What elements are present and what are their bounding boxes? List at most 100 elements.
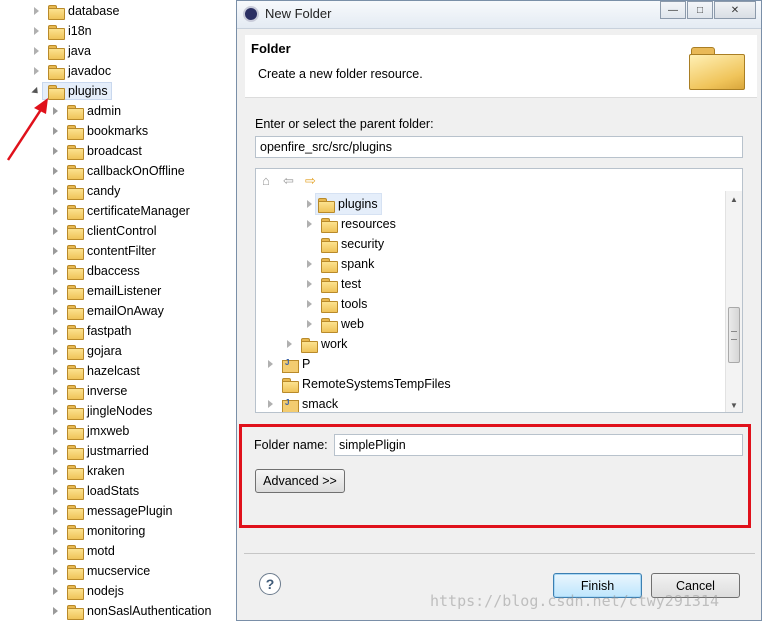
tree-item-label: clientControl bbox=[87, 224, 157, 238]
picker-item-security[interactable]: security bbox=[303, 234, 384, 254]
tree-item-motd[interactable]: motd bbox=[49, 541, 115, 561]
footer-divider bbox=[244, 553, 755, 554]
expand-arrow-icon[interactable] bbox=[49, 241, 61, 261]
expand-arrow-icon[interactable] bbox=[303, 214, 315, 234]
picker-item-work[interactable]: work bbox=[283, 334, 347, 354]
expand-arrow-icon[interactable] bbox=[303, 254, 315, 274]
tree-item-emaillistener[interactable]: emailListener bbox=[49, 281, 161, 301]
picker-item-spank[interactable]: spank bbox=[303, 254, 374, 274]
tree-item-nodejs[interactable]: nodejs bbox=[49, 581, 124, 601]
picker-item-test[interactable]: test bbox=[303, 274, 361, 294]
expand-arrow-icon[interactable] bbox=[49, 361, 61, 381]
tree-item-javadoc[interactable]: javadoc bbox=[30, 61, 111, 81]
expand-arrow-icon[interactable] bbox=[49, 441, 61, 461]
picker-item-smack[interactable]: smack bbox=[264, 394, 338, 412]
expand-arrow-icon[interactable] bbox=[303, 294, 315, 314]
maximize-button[interactable]: □ bbox=[687, 1, 713, 19]
expand-arrow-icon[interactable] bbox=[49, 541, 61, 561]
expand-arrow-icon[interactable] bbox=[283, 334, 295, 354]
picker-item-tools[interactable]: tools bbox=[303, 294, 367, 314]
expand-arrow-icon[interactable] bbox=[49, 321, 61, 341]
help-icon[interactable]: ? bbox=[259, 573, 281, 595]
tree-item-mucservice[interactable]: mucservice bbox=[49, 561, 150, 581]
tree-item-dbaccess[interactable]: dbaccess bbox=[49, 261, 140, 281]
tree-item-monitoring[interactable]: monitoring bbox=[49, 521, 145, 541]
title-bar[interactable]: New Folder — □ ✕ bbox=[237, 1, 761, 29]
tree-item-i18n[interactable]: i18n bbox=[30, 21, 92, 41]
scroll-up-icon[interactable]: ▲ bbox=[726, 191, 742, 207]
expand-arrow-icon[interactable] bbox=[264, 394, 276, 412]
tree-item-candy[interactable]: candy bbox=[49, 181, 120, 201]
picker-item-label: plugins bbox=[338, 197, 378, 211]
tree-item-label: javadoc bbox=[68, 64, 112, 78]
tree-item-label: admin bbox=[87, 104, 122, 118]
expand-arrow-icon[interactable] bbox=[30, 41, 42, 61]
picker-item-web[interactable]: web bbox=[303, 314, 364, 334]
expand-arrow-icon[interactable] bbox=[49, 181, 61, 201]
expand-arrow-icon[interactable] bbox=[49, 281, 61, 301]
expand-arrow-icon[interactable] bbox=[49, 401, 61, 421]
parent-folder-input[interactable] bbox=[255, 136, 743, 158]
expand-arrow-icon[interactable] bbox=[49, 261, 61, 281]
picker-item-remotesystemstempfiles[interactable]: RemoteSystemsTempFiles bbox=[264, 374, 451, 394]
tree-item-fastpath[interactable]: fastpath bbox=[49, 321, 131, 341]
folder-name-input[interactable] bbox=[334, 434, 743, 456]
expand-arrow-icon[interactable] bbox=[49, 581, 61, 601]
expand-arrow-icon[interactable] bbox=[49, 481, 61, 501]
parent-folder-tree[interactable]: plugins resources security spank test to… bbox=[255, 191, 743, 413]
tree-item-messageplugin[interactable]: messagePlugin bbox=[49, 501, 172, 521]
tree-item-contentfilter[interactable]: contentFilter bbox=[49, 241, 156, 261]
expand-arrow-icon[interactable] bbox=[49, 221, 61, 241]
picker-item-p-project[interactable]: P bbox=[264, 354, 310, 374]
forward-icon[interactable]: ⇨ bbox=[305, 173, 316, 189]
advanced-button[interactable]: Advanced >> bbox=[255, 469, 345, 493]
tree-item-label: fastpath bbox=[87, 324, 132, 338]
vertical-scrollbar[interactable]: ▲ ▼ bbox=[725, 191, 742, 412]
tree-item-callbackonoffline[interactable]: callbackOnOffline bbox=[49, 161, 185, 181]
tree-item-jinglenodes[interactable]: jingleNodes bbox=[49, 401, 152, 421]
tree-item-emailonaway[interactable]: emailOnAway bbox=[49, 301, 164, 321]
tree-item-java[interactable]: java bbox=[30, 41, 91, 61]
close-button[interactable]: ✕ bbox=[714, 1, 756, 19]
tree-item-database[interactable]: database bbox=[30, 1, 119, 21]
minimize-button[interactable]: — bbox=[660, 1, 686, 19]
expand-arrow-icon[interactable] bbox=[49, 601, 61, 621]
tree-item-jmxweb[interactable]: jmxweb bbox=[49, 421, 129, 441]
expand-arrow-icon[interactable] bbox=[264, 354, 276, 374]
expand-arrow-icon[interactable] bbox=[303, 314, 315, 334]
expand-arrow-icon[interactable] bbox=[49, 341, 61, 361]
picker-item-plugins[interactable]: plugins bbox=[303, 193, 382, 215]
folder-icon bbox=[48, 4, 65, 20]
expand-arrow-icon[interactable] bbox=[30, 21, 42, 41]
expand-arrow-icon[interactable] bbox=[49, 501, 61, 521]
expand-arrow-icon[interactable] bbox=[303, 274, 315, 294]
folder-icon bbox=[67, 124, 84, 140]
expand-arrow-icon[interactable] bbox=[49, 421, 61, 441]
expand-arrow-icon[interactable] bbox=[49, 461, 61, 481]
scroll-down-icon[interactable]: ▼ bbox=[726, 397, 742, 412]
scrollbar-thumb[interactable] bbox=[728, 307, 740, 363]
expand-arrow-icon[interactable] bbox=[49, 301, 61, 321]
expand-arrow-icon[interactable] bbox=[49, 561, 61, 581]
picker-item-resources[interactable]: resources bbox=[303, 214, 396, 234]
tree-item-hazelcast[interactable]: hazelcast bbox=[49, 361, 140, 381]
tree-item-loadstats[interactable]: loadStats bbox=[49, 481, 139, 501]
tree-item-certificatemanager[interactable]: certificateManager bbox=[49, 201, 190, 221]
open-folder-icon bbox=[689, 45, 745, 90]
tree-item-gojara[interactable]: gojara bbox=[49, 341, 122, 361]
expand-arrow-icon[interactable] bbox=[49, 201, 61, 221]
wizard-banner: Folder Create a new folder resource. bbox=[245, 35, 757, 98]
tree-item-nonsaslauthentication[interactable]: nonSaslAuthentication bbox=[49, 601, 211, 621]
tree-item-kraken[interactable]: kraken bbox=[49, 461, 125, 481]
tree-item-clientcontrol[interactable]: clientControl bbox=[49, 221, 156, 241]
tree-item-justmarried[interactable]: justmarried bbox=[49, 441, 149, 461]
expand-arrow-icon[interactable] bbox=[49, 381, 61, 401]
back-icon[interactable]: ⇦ bbox=[283, 173, 294, 189]
expand-arrow-icon[interactable] bbox=[49, 521, 61, 541]
expand-arrow-icon[interactable] bbox=[30, 61, 42, 81]
tree-item-inverse[interactable]: inverse bbox=[49, 381, 127, 401]
expand-arrow-icon[interactable] bbox=[303, 194, 315, 214]
expand-arrow-icon[interactable] bbox=[30, 1, 42, 21]
home-icon[interactable]: ⌂ bbox=[262, 173, 270, 188]
watermark: https://blog.csdn.net/ctwy291314 bbox=[430, 592, 719, 610]
